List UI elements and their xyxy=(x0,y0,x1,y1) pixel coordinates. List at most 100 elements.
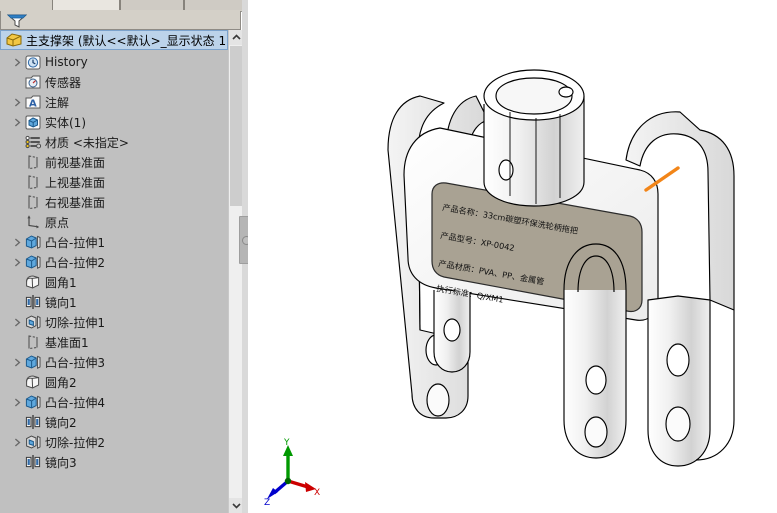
tree-node-spacer xyxy=(10,332,24,352)
triad-z-label: Z xyxy=(264,498,270,507)
tree-node-spacer xyxy=(10,212,24,232)
tab-property-manager[interactable] xyxy=(120,0,184,10)
tree-node-label: History xyxy=(45,55,88,69)
expand-arrow-icon[interactable] xyxy=(10,232,24,252)
solid-bodies-icon xyxy=(25,115,41,130)
history-icon xyxy=(24,53,42,71)
tree-node[interactable]: 右视基准面 xyxy=(10,192,105,212)
scroll-thumb[interactable] xyxy=(230,46,242,206)
chevron-down-icon xyxy=(231,503,241,509)
tree-node[interactable]: 圆角1 xyxy=(10,272,77,292)
plane-icon xyxy=(24,153,42,171)
material-icon xyxy=(25,135,42,149)
fillet-icon xyxy=(24,373,42,391)
expand-arrow-icon[interactable] xyxy=(10,112,24,132)
tab-feature-manager[interactable] xyxy=(52,0,120,10)
cut-extrude-icon xyxy=(26,315,41,330)
graphics-viewport[interactable]: 产品名称：33cm碳塑环保洗轮柄拖把 产品型号：XP-0042 产品材质：PVA… xyxy=(248,0,777,513)
tree-node-label: 凸台-拉伸4 xyxy=(45,395,105,410)
boss-extrude-icon xyxy=(25,395,41,410)
tree-node-label: 圆角1 xyxy=(45,275,77,290)
mirror-icon xyxy=(24,453,42,471)
tree-node[interactable]: 镜向3 xyxy=(10,452,77,472)
tree-node-spacer xyxy=(10,452,24,472)
triad-y-label: Y xyxy=(283,438,290,448)
coordinate-triad: Y X Z xyxy=(262,437,324,508)
tree-node[interactable]: 实体(1) xyxy=(10,112,86,132)
sensor-icon xyxy=(24,73,42,91)
boss-extrude-icon xyxy=(24,233,42,251)
tree-node-spacer xyxy=(10,132,24,152)
tree-node[interactable]: 镜向1 xyxy=(10,292,77,312)
expand-arrow-icon[interactable] xyxy=(10,352,24,372)
tree-node-spacer xyxy=(10,412,24,432)
tree-node-label: 切除-拉伸1 xyxy=(45,315,105,330)
boss-extrude-icon xyxy=(24,393,42,411)
tree-node-label: 前视基准面 xyxy=(45,155,106,170)
tree-node[interactable]: 凸台-拉伸2 xyxy=(10,252,105,272)
tree-node-label: 凸台-拉伸3 xyxy=(45,355,105,370)
boss-extrude-icon xyxy=(25,355,41,370)
tree-node-label: 传感器 xyxy=(45,75,82,90)
expand-arrow-icon[interactable] xyxy=(10,432,24,452)
tree-root-item[interactable]: 主支撑架 (默认<<默认>_显示状态 1 xyxy=(0,30,228,50)
cut-extrude-icon xyxy=(24,313,42,331)
tree-node-label: 凸台-拉伸2 xyxy=(45,255,105,270)
tree-node[interactable]: 凸台-拉伸3 xyxy=(10,352,105,372)
tree-vertical-scrollbar[interactable] xyxy=(228,30,243,513)
expand-arrow-icon[interactable] xyxy=(10,252,24,272)
tree-node[interactable]: 镜向2 xyxy=(10,412,77,432)
solid-bodies-icon xyxy=(24,113,42,131)
scroll-down-button[interactable] xyxy=(229,498,243,513)
tree-node[interactable]: 上视基准面 xyxy=(10,172,105,192)
tree-node-label: 镜向3 xyxy=(45,455,77,470)
tree-node-spacer xyxy=(10,372,24,392)
tree-node-label: 切除-拉伸2 xyxy=(45,435,105,450)
filter-funnel-icon[interactable] xyxy=(7,13,27,29)
tree-node[interactable]: 基准面1 xyxy=(10,332,89,352)
tree-node[interactable]: 前视基准面 xyxy=(10,152,105,172)
history-icon xyxy=(25,55,41,70)
tree-node-spacer xyxy=(10,292,24,312)
tree-filter-bar[interactable] xyxy=(0,11,241,30)
tree-node[interactable]: 凸台-拉伸4 xyxy=(10,392,105,412)
tree-node[interactable]: 材质 <未指定> xyxy=(10,132,129,152)
tree-node[interactable]: 切除-拉伸2 xyxy=(10,432,105,452)
tree-node-label: 上视基准面 xyxy=(45,175,106,190)
expand-arrow-icon[interactable] xyxy=(10,312,24,332)
tree-node-label: 镜向1 xyxy=(45,295,77,310)
boss-extrude-icon xyxy=(25,255,41,270)
tab-configuration-manager[interactable] xyxy=(184,0,244,10)
mirror-icon xyxy=(25,455,41,469)
tree-node[interactable]: History xyxy=(10,52,88,72)
annotation-icon: A xyxy=(25,95,41,110)
scroll-up-button[interactable] xyxy=(229,30,243,45)
tree-node-spacer xyxy=(10,192,24,212)
svg-text:A: A xyxy=(29,99,37,110)
tree-node[interactable]: A 注解 xyxy=(10,92,69,112)
sensor-icon xyxy=(25,75,41,89)
tree-node[interactable]: 圆角2 xyxy=(10,372,77,392)
feature-manager-tree[interactable]: 主支撑架 (默认<<默认>_显示状态 1 History 传感器 A 注解实体(1) 材… xyxy=(0,30,228,513)
plane-icon xyxy=(28,195,38,210)
plane-icon xyxy=(28,155,38,170)
annotation-icon: A xyxy=(24,93,42,111)
fillet-icon xyxy=(26,275,40,289)
tree-node-label: 原点 xyxy=(45,215,70,230)
mirror-icon xyxy=(24,293,42,311)
tree-node[interactable]: 传感器 xyxy=(10,72,81,92)
fillet-icon xyxy=(24,273,42,291)
expand-arrow-icon[interactable] xyxy=(10,52,24,72)
tree-node[interactable]: 切除-拉伸1 xyxy=(10,312,105,332)
plane-icon xyxy=(28,335,38,350)
plane-icon xyxy=(24,333,42,351)
tree-node[interactable]: 原点 xyxy=(10,212,69,232)
triad-x-label: X xyxy=(314,488,320,498)
tree-node[interactable]: 凸台-拉伸1 xyxy=(10,232,105,252)
tree-node-label: 圆角2 xyxy=(45,375,77,390)
expand-arrow-icon[interactable] xyxy=(10,392,24,412)
mirror-icon xyxy=(24,413,42,431)
expand-arrow-icon[interactable] xyxy=(10,92,24,112)
tree-node-label: 注解 xyxy=(45,95,70,110)
cad-model-render[interactable]: 产品名称：33cm碳塑环保洗轮柄拖把 产品型号：XP-0042 产品材质：PVA… xyxy=(248,0,777,513)
